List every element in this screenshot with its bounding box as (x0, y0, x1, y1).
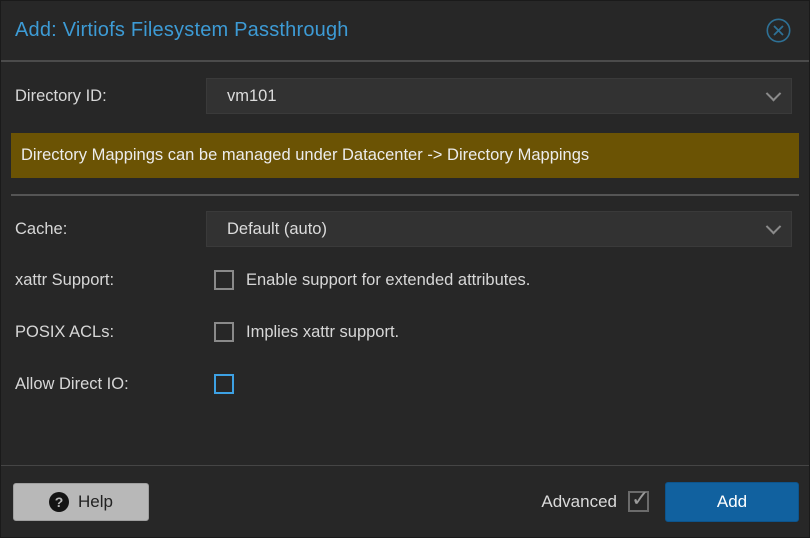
help-button-label: Help (78, 492, 113, 512)
cache-label: Cache: (11, 220, 206, 239)
directory-id-label: Directory ID: (11, 87, 206, 106)
direct-io-checkbox[interactable] (214, 374, 234, 394)
section-divider (11, 194, 799, 196)
posix-acls-control: Implies xattr support. (206, 322, 799, 342)
direct-io-control (206, 374, 799, 394)
checkmark-icon: ✓ (631, 486, 649, 512)
posix-acls-label: POSIX ACLs: (11, 323, 206, 342)
xattr-box-label: Enable support for extended attributes. (246, 271, 530, 290)
cache-combo[interactable]: Default (auto) (206, 211, 792, 247)
xattr-label: xattr Support: (11, 271, 206, 290)
xattr-row: xattr Support: Enable support for extend… (11, 269, 799, 291)
advanced-checkbox[interactable]: ✓ (628, 491, 649, 512)
add-button[interactable]: Add (665, 482, 799, 522)
dialog-footer: ? Help Advanced ✓ Add (1, 465, 809, 537)
warning-banner: Directory Mappings can be managed under … (11, 133, 799, 178)
dialog-title: Add: Virtiofs Filesystem Passthrough (15, 19, 763, 42)
directory-id-row: Directory ID: vm101 (11, 78, 799, 114)
help-button[interactable]: ? Help (13, 483, 149, 521)
directory-id-value: vm101 (227, 87, 768, 106)
cache-value: Default (auto) (227, 220, 768, 239)
chevron-down-icon[interactable] (766, 218, 782, 234)
posix-acls-checkbox[interactable] (214, 322, 234, 342)
close-icon[interactable] (763, 16, 793, 46)
direct-io-label: Allow Direct IO: (11, 375, 206, 394)
virtiofs-passthrough-dialog: Add: Virtiofs Filesystem Passthrough Dir… (0, 0, 810, 538)
directory-id-combo[interactable]: vm101 (206, 78, 792, 114)
xattr-control: Enable support for extended attributes. (206, 270, 799, 290)
posix-acls-box-label: Implies xattr support. (246, 323, 399, 342)
advanced-label: Advanced (541, 492, 617, 512)
dialog-body: Directory ID: vm101 Directory Mappings c… (1, 62, 809, 465)
direct-io-row: Allow Direct IO: (11, 373, 799, 395)
posix-acls-row: POSIX ACLs: Implies xattr support. (11, 321, 799, 343)
dialog-header: Add: Virtiofs Filesystem Passthrough (1, 1, 809, 62)
question-circle-icon: ? (49, 492, 69, 512)
cache-row: Cache: Default (auto) (11, 211, 799, 247)
chevron-down-icon[interactable] (766, 85, 782, 101)
xattr-checkbox[interactable] (214, 270, 234, 290)
